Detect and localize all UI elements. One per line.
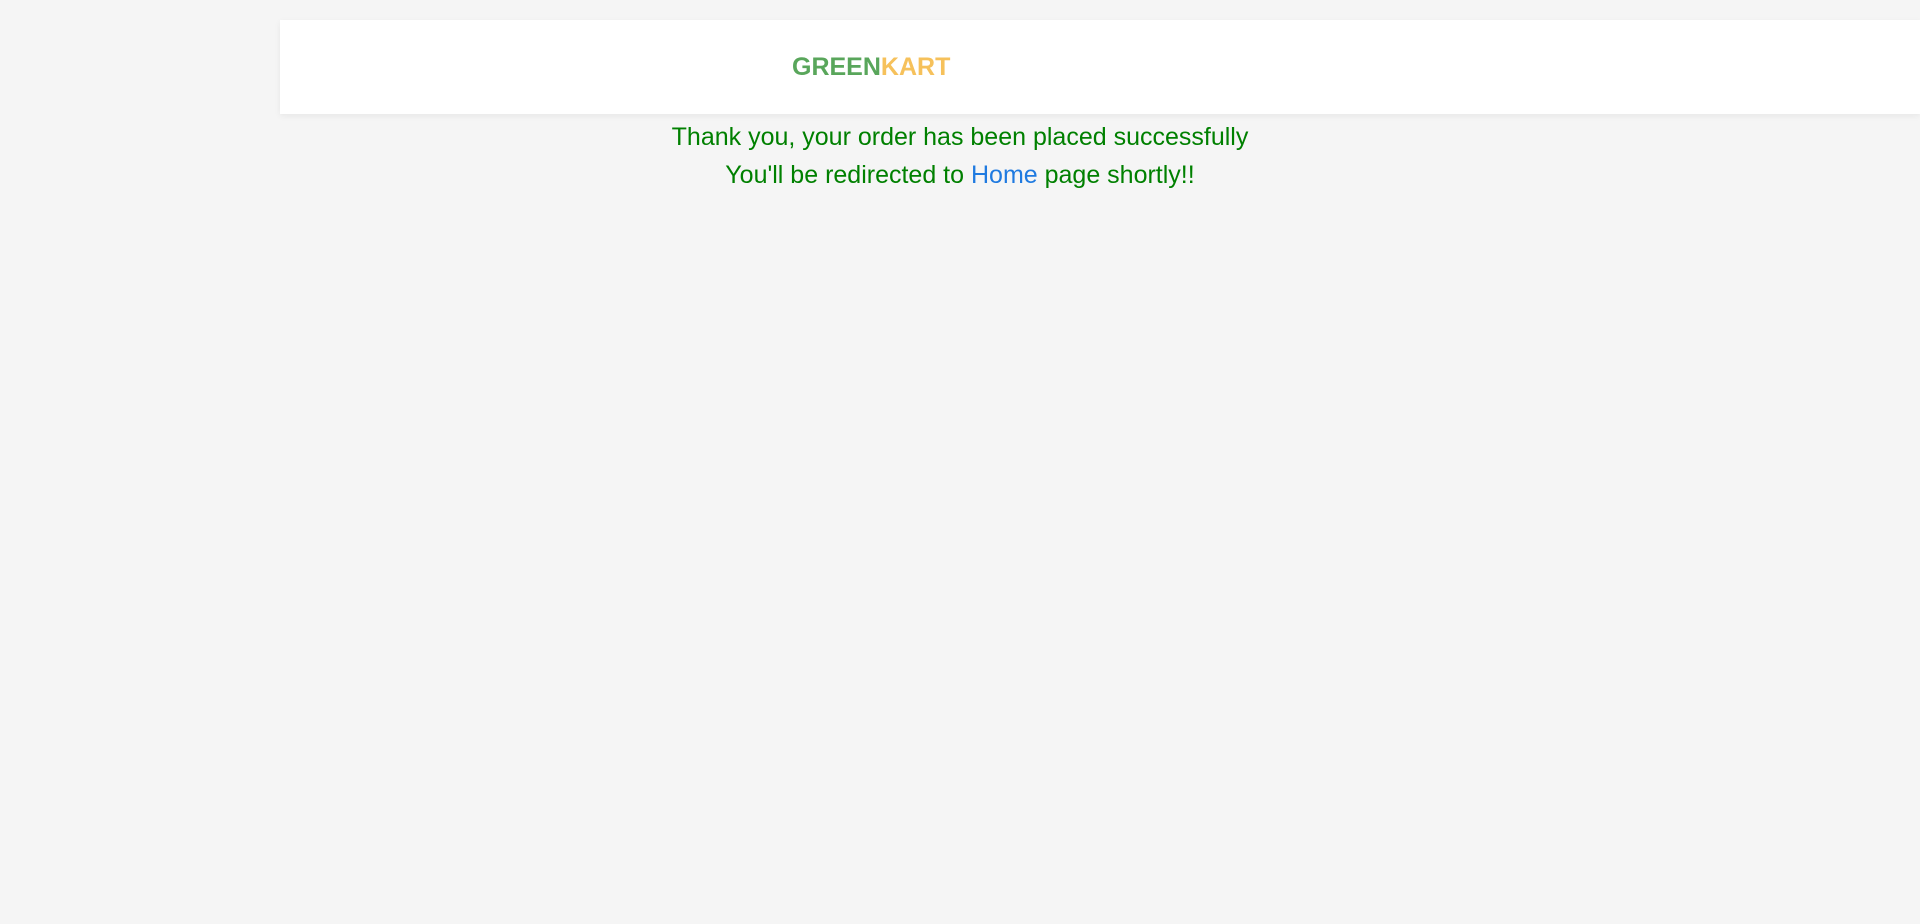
home-link[interactable]: Home (971, 161, 1038, 189)
redirect-suffix: page shortly!! (1037, 161, 1195, 189)
site-header: GREENKART (280, 20, 1920, 114)
brand-logo-orange-text: KART (880, 53, 951, 81)
brand-logo[interactable]: GREENKART (792, 53, 950, 82)
order-confirmation-message: Thank you, your order has been placed su… (0, 114, 1920, 194)
success-message: Thank you, your order has been placed su… (671, 123, 1249, 151)
redirect-prefix: You'll be redirected to (725, 161, 971, 189)
brand-logo-green-text: GREEN (792, 53, 881, 81)
redirect-message: You'll be redirected to Home page shortl… (0, 156, 1920, 194)
